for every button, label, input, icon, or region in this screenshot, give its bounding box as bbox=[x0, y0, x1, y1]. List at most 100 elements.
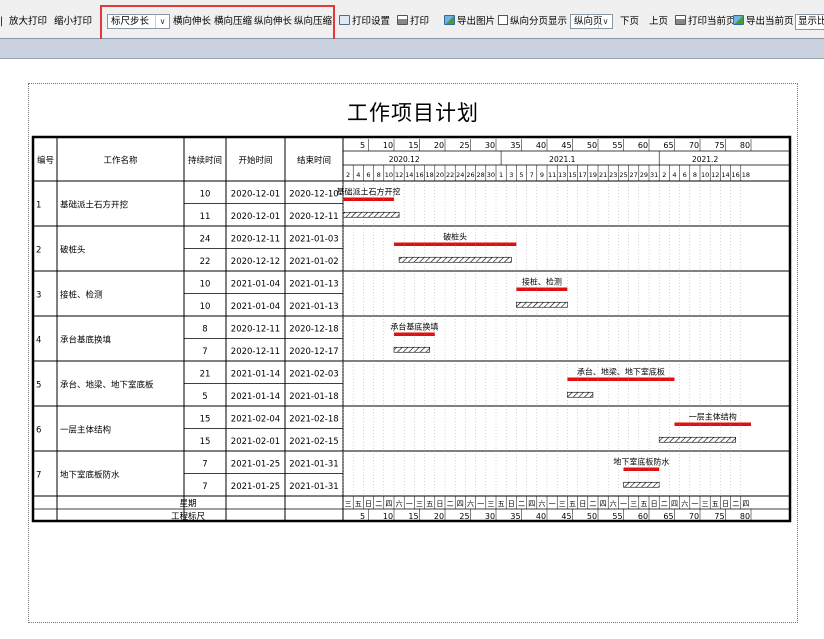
task-name: 地下室底板防水 bbox=[60, 470, 120, 481]
print-current-page-button[interactable]: 打印当前页 bbox=[675, 14, 736, 30]
footer-scale-label: 工程标尺 bbox=[171, 511, 206, 522]
month-label: 2021.2 bbox=[692, 155, 718, 164]
prev-page-button[interactable]: 上页 bbox=[649, 14, 668, 30]
scale-number: 25 bbox=[459, 141, 469, 150]
highlight-box bbox=[100, 5, 335, 42]
print-settings-button[interactable]: 打印设置 bbox=[339, 14, 390, 30]
header-end: 结束时间 bbox=[297, 155, 331, 166]
weekday-label: 日 bbox=[508, 500, 515, 508]
actual-end: 2021-01-13 bbox=[289, 302, 338, 312]
plan-start: 2021-01-14 bbox=[231, 369, 280, 379]
print-button[interactable]: 打印 bbox=[397, 14, 429, 30]
task-name: 承台、地梁、地下室底板 bbox=[60, 380, 154, 391]
weekday-label: 一 bbox=[549, 500, 556, 508]
page-direction-select[interactable]: 纵向页 ∨ bbox=[570, 14, 613, 29]
display-ratio-button[interactable]: 显示比 bbox=[795, 14, 824, 30]
task-name: 接桩、检测 bbox=[60, 290, 103, 301]
weekday-label: 二 bbox=[589, 500, 596, 508]
date-number: 11 bbox=[548, 171, 556, 179]
weekday-label: 二 bbox=[518, 500, 525, 508]
actual-duration: 7 bbox=[202, 347, 207, 357]
actual-bar bbox=[393, 346, 431, 353]
plan-duration: 7 bbox=[202, 459, 207, 469]
footer-week-label: 星期 bbox=[179, 499, 196, 509]
scale-number: 5 bbox=[360, 141, 365, 150]
header-start: 开始时间 bbox=[238, 155, 272, 166]
vertical-pagination-checkbox[interactable]: 纵向分页显示 bbox=[498, 14, 567, 30]
date-number: 20 bbox=[436, 171, 444, 179]
export-image-label: 导出图片 bbox=[457, 16, 496, 27]
bar-label: 基础派土石方开挖 bbox=[337, 187, 401, 197]
scale-number: 40 bbox=[536, 141, 546, 150]
weekday-label: 二 bbox=[375, 500, 382, 508]
plan-start: 2020-12-01 bbox=[231, 189, 280, 199]
date-number: 8 bbox=[377, 171, 381, 179]
date-number: 7 bbox=[530, 171, 534, 179]
date-number: 19 bbox=[589, 171, 597, 179]
date-number: 29 bbox=[640, 171, 648, 179]
scale-number: 35 bbox=[510, 141, 520, 150]
actual-duration: 5 bbox=[202, 392, 207, 402]
chevron-down-icon: ∨ bbox=[598, 15, 612, 28]
plan-start: 2020-12-11 bbox=[231, 324, 280, 334]
weekday-label: 日 bbox=[722, 500, 729, 508]
scale-number: 45 bbox=[561, 141, 571, 150]
scale-number: 20 bbox=[434, 141, 444, 150]
actual-end: 2020-12-17 bbox=[289, 347, 338, 357]
plan-end: 2020-12-10 bbox=[289, 189, 338, 199]
weekday-label: 三 bbox=[487, 500, 494, 508]
weekday-label: 六 bbox=[681, 499, 688, 508]
date-number: 21 bbox=[599, 171, 607, 179]
actual-start: 2021-01-25 bbox=[231, 482, 280, 492]
print-preview-page: 工作项目计划 编号 工作名称 持续时间 开始时间 结束时间 5 10 15 20 25 30 35 40… bbox=[0, 59, 824, 639]
scale-number: 60 bbox=[638, 141, 648, 150]
weekday-label: 四 bbox=[528, 500, 535, 508]
date-number: 15 bbox=[568, 171, 576, 179]
weekday-label: 一 bbox=[620, 500, 627, 508]
shrink-print-button[interactable]: 缩小打印 bbox=[54, 14, 92, 30]
scale-number: 10 bbox=[383, 141, 393, 150]
enlarge-print-button[interactable]: 放大打印 bbox=[9, 14, 47, 30]
plan-bar bbox=[623, 467, 660, 471]
print-settings-label: 打印设置 bbox=[352, 16, 391, 27]
plan-duration: 24 bbox=[200, 234, 211, 244]
plan-duration: 8 bbox=[202, 324, 207, 334]
plan-end: 2021-01-31 bbox=[289, 459, 338, 469]
actual-duration: 11 bbox=[200, 212, 211, 222]
actual-end: 2020-12-11 bbox=[289, 212, 338, 222]
plan-end: 2021-02-03 bbox=[289, 369, 338, 379]
actual-end: 2021-01-18 bbox=[289, 392, 338, 402]
task-number: 7 bbox=[36, 471, 41, 481]
next-page-button[interactable]: 下页 bbox=[620, 14, 639, 30]
date-number: 14 bbox=[405, 171, 413, 179]
actual-bar bbox=[342, 211, 400, 218]
weekday-label: 五 bbox=[640, 500, 647, 508]
footer-scale-number: 40 bbox=[536, 512, 546, 521]
date-number: 10 bbox=[701, 171, 709, 179]
plan-start: 2021-02-04 bbox=[231, 414, 280, 424]
weekday-label: 四 bbox=[742, 500, 749, 508]
plan-end: 2021-01-03 bbox=[289, 234, 338, 244]
export-image-button[interactable]: 导出图片 bbox=[444, 14, 495, 30]
header-no: 编号 bbox=[37, 155, 54, 166]
weekday-label: 六 bbox=[610, 499, 617, 508]
footer-scale-number: 55 bbox=[612, 512, 622, 521]
weekday-label: 三 bbox=[702, 500, 709, 508]
weekday-label: 五 bbox=[426, 500, 433, 508]
footer-scale-number: 10 bbox=[383, 512, 393, 521]
weekday-label: 一 bbox=[406, 500, 413, 508]
date-number: 23 bbox=[609, 171, 617, 179]
date-number: 28 bbox=[477, 171, 485, 179]
actual-start: 2021-01-14 bbox=[231, 392, 280, 402]
date-number: 10 bbox=[385, 171, 393, 179]
footer-scale-number: 75 bbox=[714, 512, 724, 521]
task-number: 3 bbox=[36, 291, 41, 301]
weekday-label: 六 bbox=[467, 499, 474, 508]
image-icon bbox=[733, 15, 744, 25]
footer-scale-number: 65 bbox=[663, 512, 673, 521]
footer-scale-number: 50 bbox=[587, 512, 597, 521]
task-number: 4 bbox=[36, 336, 41, 346]
export-current-page-button[interactable]: 导出当前页 bbox=[733, 14, 794, 30]
bar-label: 一层主体结构 bbox=[689, 412, 737, 422]
actual-duration: 15 bbox=[200, 437, 211, 447]
